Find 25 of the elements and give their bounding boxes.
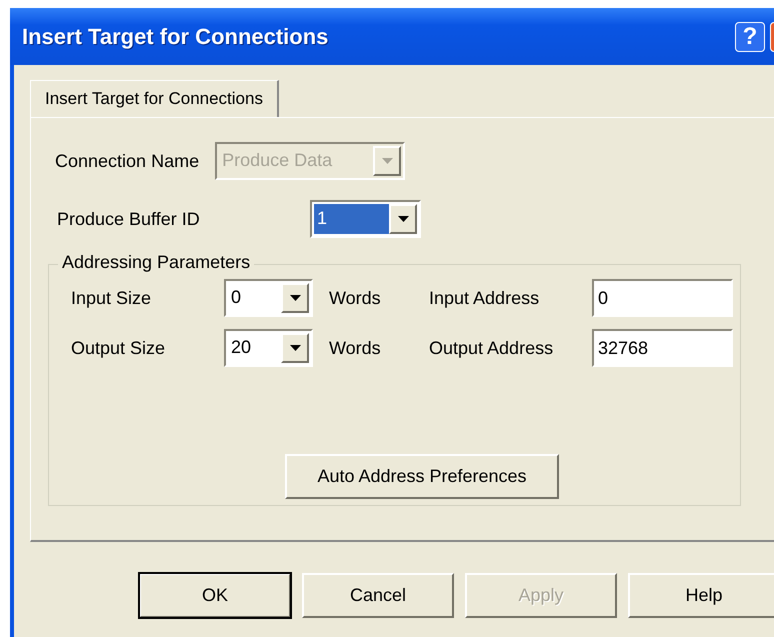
dropdown-arrow-icon: [290, 295, 300, 301]
size-dropdown[interactable]: 20: [224, 329, 313, 367]
tab[interactable]: Insert Target for Connections: [30, 80, 279, 118]
dialog-button[interactable]: Cancel: [302, 573, 454, 618]
unit-label: Words: [329, 288, 382, 308]
field-label: Output Size: [71, 338, 166, 358]
field-label: Output Address: [429, 338, 554, 358]
group-title: Addressing Parameters: [58, 252, 254, 273]
address-field[interactable]: 32768: [592, 329, 733, 367]
buffer-id-dropdown[interactable]: 1: [310, 200, 421, 238]
help-button[interactable]: ?: [735, 22, 765, 52]
field-label: Connection Name: [55, 150, 200, 172]
dropdown-arrow-icon: [398, 216, 408, 222]
field-label: Produce Buffer ID: [57, 208, 201, 230]
unit-label: Words: [329, 338, 382, 358]
field-label: Input Address: [429, 288, 540, 308]
preferences-button[interactable]: Auto Address Preferences: [285, 454, 559, 499]
address-field[interactable]: 0: [592, 279, 733, 317]
window-title: Insert Target for Connections: [22, 24, 330, 50]
field-label: Input Size: [71, 288, 152, 308]
size-dropdown[interactable]: 0: [224, 279, 313, 317]
dialog-button[interactable]: OK: [139, 573, 291, 618]
dialog-button[interactable]: Help: [628, 573, 774, 618]
dropdown-arrow-icon: [290, 345, 300, 351]
dropdown-arrow-icon: [382, 158, 393, 164]
